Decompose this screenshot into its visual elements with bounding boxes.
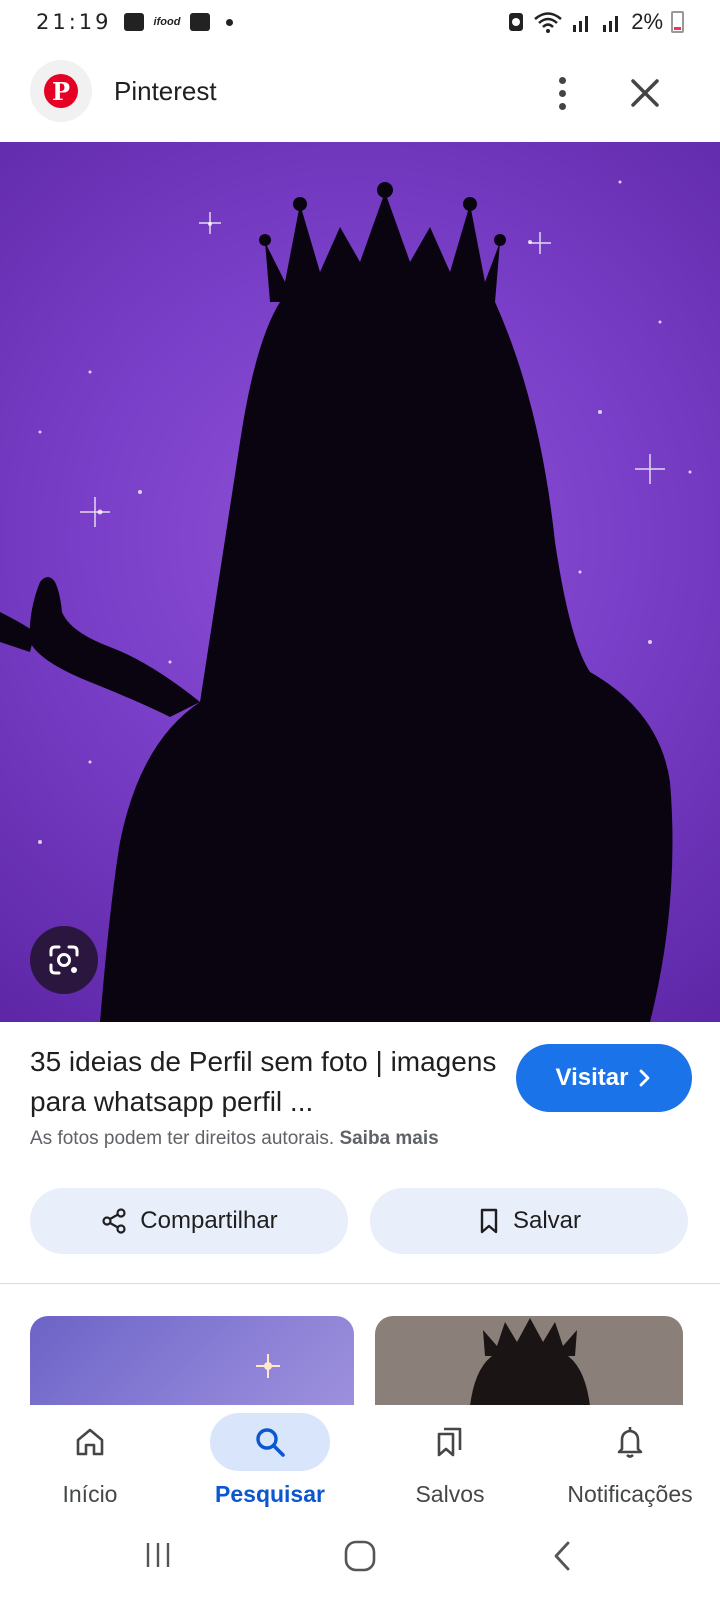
status-bar: 21:19 ifood 2% (0, 0, 720, 44)
visit-button-label: Visitar (555, 1064, 629, 1091)
save-button-label: Salvar (512, 1207, 582, 1234)
sparkle-illustration (256, 1354, 280, 1378)
gallery-notification-icon (123, 13, 144, 31)
nav-item-home[interactable]: Início (0, 1413, 180, 1523)
recent-apps-icon[interactable] (142, 1539, 174, 1571)
more-notifications-icon (226, 18, 234, 26)
home-icon (76, 1428, 104, 1456)
silhouette-illustration (0, 180, 692, 1022)
site-title: Pinterest (114, 76, 217, 106)
pinterest-logo-icon: P (44, 74, 78, 108)
nav-item-notifications-label: Notificações (567, 1481, 693, 1507)
google-lens-button[interactable] (30, 926, 98, 994)
system-navigation-bar (0, 1525, 720, 1600)
signal-icon-2 (603, 16, 619, 32)
copyright-notice: As fotos podem ter direitos autorais. Sa… (30, 1128, 439, 1150)
more-options-button[interactable] (538, 66, 586, 120)
signal-icon (573, 16, 589, 32)
divider (0, 1283, 720, 1284)
nav-item-notifications[interactable]: Notificações (540, 1413, 720, 1523)
lens-icon (49, 945, 79, 975)
home-button-icon[interactable] (343, 1539, 377, 1573)
related-image-thumbnail[interactable] (30, 1316, 354, 1406)
header: P Pinterest (0, 48, 720, 140)
nav-item-saved-label: Salvos (415, 1481, 485, 1507)
share-button[interactable]: Compartilhar (30, 1188, 348, 1254)
bookmarks-icon (437, 1427, 462, 1457)
search-icon (256, 1428, 285, 1457)
data-saver-icon (509, 13, 524, 31)
visit-button[interactable]: Visitar (516, 1044, 692, 1112)
save-button[interactable]: Salvar (370, 1188, 688, 1254)
close-icon[interactable] (620, 68, 670, 118)
youtube-notification-icon (190, 13, 211, 31)
bell-icon (617, 1427, 643, 1458)
nav-item-home-label: Início (62, 1481, 118, 1507)
learn-more-link[interactable]: Saiba mais (339, 1128, 438, 1149)
result-image[interactable] (0, 142, 720, 1022)
wifi-icon (534, 12, 563, 33)
ifood-notification-icon: ifood (153, 16, 181, 28)
related-image-thumbnail[interactable] (375, 1316, 683, 1406)
crown-silhouette-illustration (470, 1318, 590, 1406)
share-button-label: Compartilhar (140, 1207, 278, 1234)
share-icon (102, 1208, 126, 1234)
copyright-text: As fotos podem ter direitos autorais. (30, 1128, 335, 1149)
bookmark-icon (480, 1208, 498, 1234)
site-logo[interactable]: P (30, 60, 92, 122)
chevron-right-icon (640, 1069, 650, 1087)
nav-item-search[interactable]: Pesquisar (180, 1413, 360, 1523)
battery-icon (671, 11, 684, 33)
result-title[interactable]: 35 ideias de Perfil sem foto | imagens p… (30, 1042, 500, 1122)
back-icon[interactable] (548, 1539, 576, 1573)
bottom-navigation: Início Pesquisar Salvos Notificações (0, 1405, 720, 1525)
status-time: 21:19 (36, 10, 112, 34)
battery-percent: 2% (631, 9, 663, 34)
nav-item-search-label: Pesquisar (215, 1481, 325, 1507)
nav-item-saved[interactable]: Salvos (360, 1413, 540, 1523)
